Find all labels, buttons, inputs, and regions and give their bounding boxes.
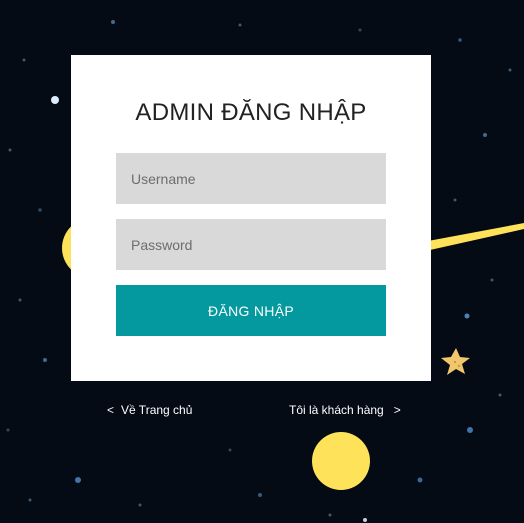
back-home-label: Về Trang chủ [121,403,193,417]
username-input[interactable] [116,153,386,204]
login-title: ADMIN ĐĂNG NHẬP [135,99,367,126]
back-home-link[interactable]: < Về Trang chủ [107,403,192,417]
customer-link[interactable]: Tôi là khách hàng > [289,403,401,417]
password-input[interactable] [116,219,386,270]
moon-bottom [312,432,370,490]
login-button[interactable]: ĐĂNG NHẬP [116,285,386,336]
login-card: ADMIN ĐĂNG NHẬP ĐĂNG NHẬP [71,55,431,381]
chevron-left-icon: < [107,403,115,417]
customer-label: Tôi là khách hàng [289,403,384,417]
chevron-right-icon: > [393,403,401,417]
